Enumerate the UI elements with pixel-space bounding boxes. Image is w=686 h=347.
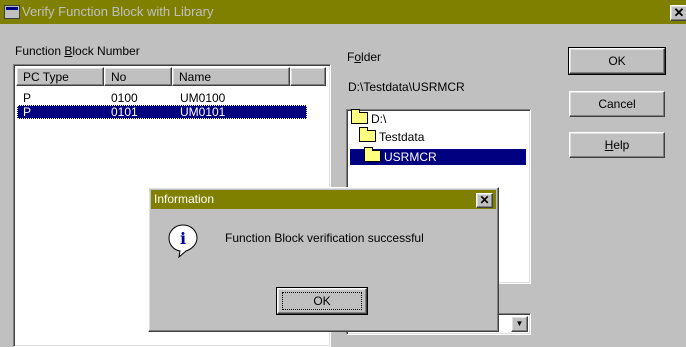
table-row-selected[interactable]: P 0101 UM0101 [17, 105, 307, 119]
cell-name: UM0100 [180, 91, 226, 105]
column-header-pc-type[interactable]: PC Type [16, 67, 104, 86]
svg-text:i: i [180, 229, 186, 248]
info-ok-button[interactable]: OK [276, 287, 368, 315]
column-header-no[interactable]: No [104, 67, 172, 86]
info-icon: i [168, 224, 198, 259]
folder-label: Folder [347, 50, 382, 64]
help-button[interactable]: Help [569, 132, 665, 158]
open-folder-icon [351, 109, 368, 124]
info-close-button[interactable]: ✕ [476, 193, 493, 208]
app-icon [4, 5, 20, 19]
close-icon: ✕ [479, 193, 490, 207]
info-title-bar[interactable]: Information ✕ [151, 190, 496, 209]
cancel-button[interactable]: Cancel [569, 91, 665, 117]
main-close-button[interactable]: ✕ [670, 5, 686, 21]
tree-item-testdata[interactable]: Testdata [359, 127, 424, 145]
folder-path: D:\Testdata\USRMCR [348, 80, 465, 94]
open-folder-icon [364, 147, 381, 162]
close-icon: ✕ [673, 5, 685, 20]
cell-pc-type: P [23, 91, 32, 105]
tree-item-usrmcr-selected[interactable]: USRMCR [350, 147, 526, 165]
cell-no: 0101 [111, 105, 138, 119]
open-folder-icon [359, 127, 376, 142]
main-title-bar[interactable]: Verify Function Block with Library [0, 0, 686, 24]
dropdown-arrow-icon[interactable]: ▼ [511, 316, 528, 332]
cell-no: 0100 [111, 91, 138, 105]
table-row[interactable]: P 0100 UM0100 [17, 91, 307, 105]
main-window-title: Verify Function Block with Library [22, 4, 214, 19]
cell-name: UM0101 [180, 105, 226, 119]
info-title: Information [154, 192, 215, 206]
column-header-name[interactable]: Name [172, 67, 290, 86]
function-block-number-label: Function Block Number [15, 44, 140, 58]
information-dialog[interactable]: Information ✕ i Function Block verificat… [148, 187, 499, 332]
cell-pc-type: P [23, 105, 32, 119]
column-header-empty [290, 67, 326, 86]
tree-item-drive[interactable]: D:\ [351, 109, 386, 127]
info-message: Function Block verification successful [225, 231, 424, 245]
ok-button[interactable]: OK [568, 47, 666, 75]
